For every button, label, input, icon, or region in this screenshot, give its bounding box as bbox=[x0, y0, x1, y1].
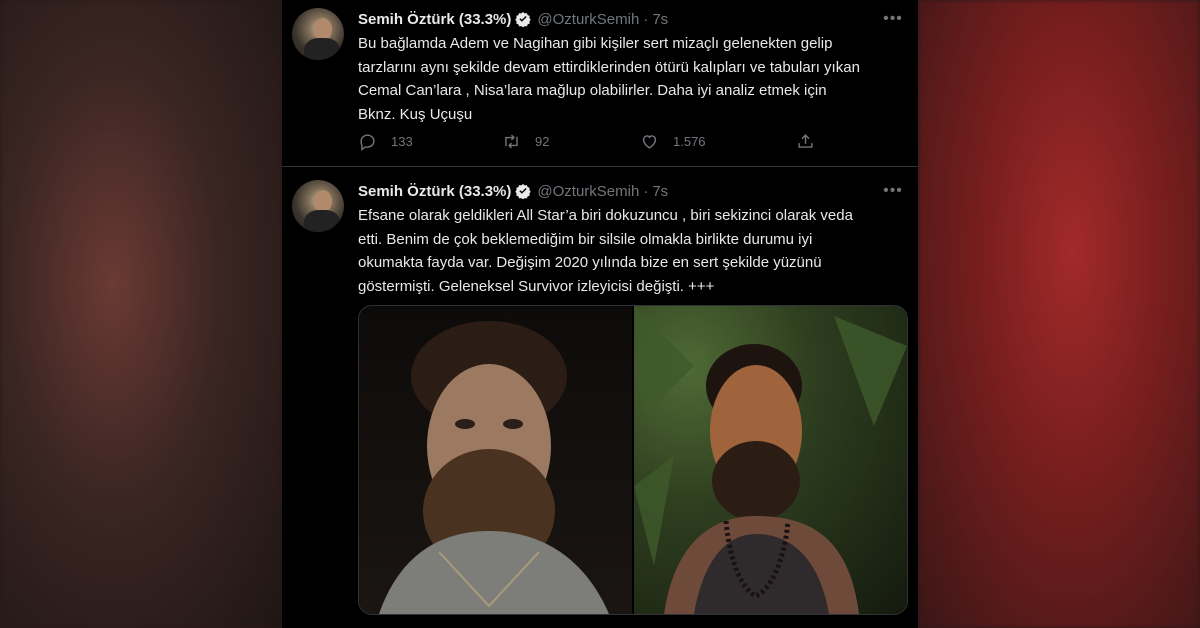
tweet-text-line: okumakta fayda var. Değişim 2020 yılında… bbox=[358, 254, 822, 271]
tweet-text-line: Bknz. Kuş Uçuşu bbox=[358, 105, 473, 123]
author-name[interactable]: Semih Öztürk (33.3%) bbox=[358, 183, 511, 200]
avatar[interactable] bbox=[292, 180, 344, 232]
tweet-text-line: Bu bağlamda Adem ve Nagihan gibi kişiler… bbox=[358, 35, 833, 52]
separator-dot: · bbox=[643, 182, 649, 200]
photo-bearded-man-dark[interactable] bbox=[359, 306, 632, 614]
photo-smiling-man-jungle[interactable] bbox=[634, 306, 907, 614]
tweet[interactable]: Semih Öztürk (33.3%) @OzturkSemih · 7s •… bbox=[282, 167, 918, 628]
background-right bbox=[918, 0, 1200, 628]
heart-icon bbox=[642, 135, 657, 149]
background-left bbox=[0, 0, 282, 628]
verified-badge-icon bbox=[515, 184, 532, 199]
tweet-media[interactable] bbox=[358, 305, 908, 615]
reply-button[interactable]: 133 bbox=[358, 132, 413, 151]
share-button[interactable] bbox=[796, 132, 829, 151]
twitter-feed-panel: Semih Öztürk (33.3%) @OzturkSemih · 7s •… bbox=[282, 0, 918, 628]
retweet-button[interactable]: 92 bbox=[502, 132, 549, 151]
more-dots-icon[interactable]: ••• bbox=[882, 11, 904, 32]
tweet-text-line: göstermişti. Geleneksel Survivor izleyic… bbox=[358, 277, 715, 295]
like-button[interactable]: 1.576 bbox=[640, 132, 706, 151]
tweet-header: Semih Öztürk (33.3%) @OzturkSemih · 7s bbox=[358, 181, 668, 201]
retweet-count: 92 bbox=[535, 134, 550, 149]
reply-count: 133 bbox=[391, 134, 413, 149]
tweet-text-line: tarzlarını aynı şekilde devam ettirdikle… bbox=[358, 58, 860, 76]
author-name[interactable]: Semih Öztürk (33.3%) bbox=[358, 11, 511, 28]
verified-badge-icon bbox=[515, 12, 532, 27]
like-count: 1.576 bbox=[673, 134, 706, 149]
tweet-text-line: Efsane olarak geldikleri All Star’a biri… bbox=[358, 207, 853, 224]
tweet-text-line: Cemal Can’lara , Nisa’lara mağlup olabil… bbox=[358, 82, 827, 99]
tweet-time[interactable]: 7s bbox=[652, 11, 668, 28]
reply-icon bbox=[360, 134, 375, 151]
share-icon bbox=[798, 134, 813, 148]
tweet[interactable]: Semih Öztürk (33.3%) @OzturkSemih · 7s •… bbox=[282, 0, 918, 167]
tweet-header: Semih Öztürk (33.3%) @OzturkSemih · 7s bbox=[358, 9, 668, 29]
tweet-text: Bu bağlamda Adem ve Nagihan gibi kişiler… bbox=[358, 32, 906, 126]
tweet-text-line: etti. Benim de çok beklemediğim bir sils… bbox=[358, 230, 813, 248]
author-handle[interactable]: @OzturkSemih bbox=[537, 11, 639, 28]
tweet-time[interactable]: 7s bbox=[652, 183, 668, 200]
retweet-icon bbox=[505, 134, 518, 149]
author-handle[interactable]: @OzturkSemih bbox=[537, 183, 639, 200]
tweet-text: Efsane olarak geldikleri All Star’a biri… bbox=[358, 204, 906, 298]
tweet-actions: 133 92 1.576 bbox=[358, 132, 828, 154]
avatar[interactable] bbox=[292, 8, 344, 60]
separator-dot: · bbox=[643, 10, 649, 28]
more-dots-icon[interactable]: ••• bbox=[882, 183, 904, 204]
